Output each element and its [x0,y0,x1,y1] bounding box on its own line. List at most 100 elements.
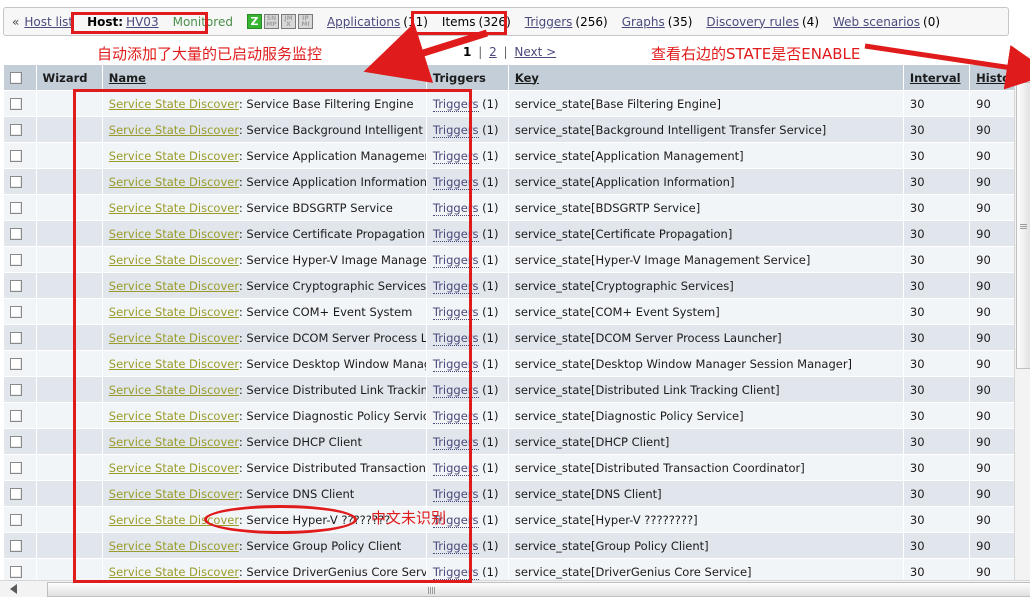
triggers-link[interactable]: Triggers [432,174,479,190]
triggers-link[interactable]: Triggers [432,382,479,398]
row-checkbox[interactable] [10,488,22,500]
item-name-text[interactable]: Service DriverGenius Core Service [246,565,425,579]
triggers-link[interactable]: Triggers [432,148,479,164]
row-checkbox[interactable] [10,540,22,552]
item-name-text[interactable]: Service Hyper-V Image Management Service [246,253,425,267]
discovery-rule-link[interactable]: Service State Discover [109,383,239,397]
row-checkbox[interactable] [10,228,22,240]
tab-discovery-rules[interactable]: Discovery rules (4) [706,15,819,29]
item-name-text[interactable]: Service DNS Client [246,487,354,501]
column-header-key-label[interactable]: Key [515,71,539,85]
discovery-rule-link[interactable]: Service State Discover [109,487,239,501]
triggers-link[interactable]: Triggers [432,96,479,112]
column-header-name-label[interactable]: Name [109,71,146,85]
horizontal-scrollbar-thumb[interactable] [47,582,1030,597]
discovery-rule-link[interactable]: Service State Discover [109,435,239,449]
discovery-rule-link[interactable]: Service State Discover [109,539,239,553]
page-1[interactable]: 1 [463,45,471,59]
triggers-link[interactable]: Triggers [432,226,479,242]
page-2[interactable]: 2 [489,45,497,59]
item-name-text[interactable]: Service Cryptographic Services [246,279,425,293]
vertical-scrollbar[interactable] [1014,56,1030,583]
item-name-text[interactable]: Service BDSGRTP Service [246,201,392,215]
item-name-text[interactable]: Service DCOM Server Process Launcher [246,331,425,345]
tab-web-scenarios-label[interactable]: Web scenarios [833,15,920,29]
row-checkbox[interactable] [10,306,22,318]
triggers-link[interactable]: Triggers [432,330,479,346]
discovery-rule-link[interactable]: Service State Discover [109,409,239,423]
item-name-text[interactable]: Service Distributed Link Tracking Client [246,383,425,397]
row-checkbox[interactable] [10,202,22,214]
tab-graphs[interactable]: Graphs (35) [622,15,693,29]
item-name-text[interactable]: Service Diagnostic Policy Service [246,409,425,423]
triggers-link[interactable]: Triggers [432,356,479,372]
discovery-rule-link[interactable]: Service State Discover [109,175,239,189]
row-checkbox[interactable] [10,384,22,396]
triggers-link[interactable]: Triggers [432,252,479,268]
row-checkbox[interactable] [10,566,22,578]
triggers-link[interactable]: Triggers [432,460,479,476]
tab-discovery-rules-label[interactable]: Discovery rules [706,15,799,29]
item-name-text[interactable]: Service Base Filtering Engine [246,97,413,111]
scroll-left-arrow-icon[interactable] [10,584,17,594]
column-header-key[interactable]: Key [508,65,903,90]
triggers-link[interactable]: Triggers [432,486,479,502]
item-name-text[interactable]: Service Hyper-V ???????? [246,513,390,527]
triggers-link[interactable]: Triggers [432,278,479,294]
host-name-link[interactable]: HV03 [126,15,159,29]
host-list-nav[interactable]: « Host list [12,15,73,29]
tab-applications-label[interactable]: Applications [327,15,400,29]
item-name-text[interactable]: Service Application Management [246,149,425,163]
horizontal-scrollbar[interactable] [0,580,1030,597]
triggers-link[interactable]: Triggers [432,408,479,424]
column-header-history-label[interactable]: Histo [976,71,1010,85]
triggers-link[interactable]: Triggers [432,122,479,138]
column-header-interval[interactable]: Interval [903,65,970,90]
discovery-rule-link[interactable]: Service State Discover [109,513,239,527]
item-name-text[interactable]: Service Application Information [246,175,425,189]
next-page-link[interactable]: Next > [514,45,556,59]
discovery-rule-link[interactable]: Service State Discover [109,123,239,137]
item-name-text[interactable]: Service Background Intelligent Transfer … [246,123,425,137]
row-checkbox[interactable] [10,124,22,136]
column-header-name[interactable]: Name [102,65,426,90]
discovery-rule-link[interactable]: Service State Discover [109,305,239,319]
tab-items-label[interactable]: Items [442,15,476,29]
tab-items[interactable]: Items (326) [442,15,511,29]
tab-triggers[interactable]: Triggers (256) [525,15,608,29]
discovery-rule-link[interactable]: Service State Discover [109,253,239,267]
row-checkbox[interactable] [10,150,22,162]
row-checkbox[interactable] [10,98,22,110]
row-checkbox[interactable] [10,332,22,344]
triggers-link[interactable]: Triggers [432,200,479,216]
discovery-rule-link[interactable]: Service State Discover [109,461,239,475]
item-name-text[interactable]: Service Group Policy Client [246,539,401,553]
tab-graphs-label[interactable]: Graphs [622,15,665,29]
discovery-rule-link[interactable]: Service State Discover [109,357,239,371]
discovery-rule-link[interactable]: Service State Discover [109,201,239,215]
row-checkbox[interactable] [10,358,22,370]
column-header-interval-label[interactable]: Interval [910,71,961,85]
discovery-rule-link[interactable]: Service State Discover [109,279,239,293]
row-checkbox[interactable] [10,280,22,292]
triggers-link[interactable]: Triggers [432,564,479,580]
item-name-text[interactable]: Service Desktop Window Manager Session M… [246,357,425,371]
column-header-history[interactable]: Histo [970,65,1016,90]
row-checkbox[interactable] [10,462,22,474]
row-checkbox[interactable] [10,410,22,422]
host-list-link[interactable]: Host list [24,15,73,29]
row-checkbox[interactable] [10,254,22,266]
tab-web-scenarios[interactable]: Web scenarios (0) [833,15,940,29]
vertical-scrollbar-thumb[interactable] [1016,82,1030,369]
discovery-rule-link[interactable]: Service State Discover [109,331,239,345]
row-checkbox[interactable] [10,176,22,188]
item-name-text[interactable]: Service Certificate Propagation [246,227,425,241]
triggers-link[interactable]: Triggers [432,512,479,528]
item-name-text[interactable]: Service Distributed Transaction Coordina… [246,461,425,475]
triggers-link[interactable]: Triggers [432,304,479,320]
discovery-rule-link[interactable]: Service State Discover [109,227,239,241]
tab-applications[interactable]: Applications (11) [327,15,428,29]
item-name-text[interactable]: Service DHCP Client [246,435,362,449]
discovery-rule-link[interactable]: Service State Discover [109,149,239,163]
triggers-link[interactable]: Triggers [432,434,479,450]
